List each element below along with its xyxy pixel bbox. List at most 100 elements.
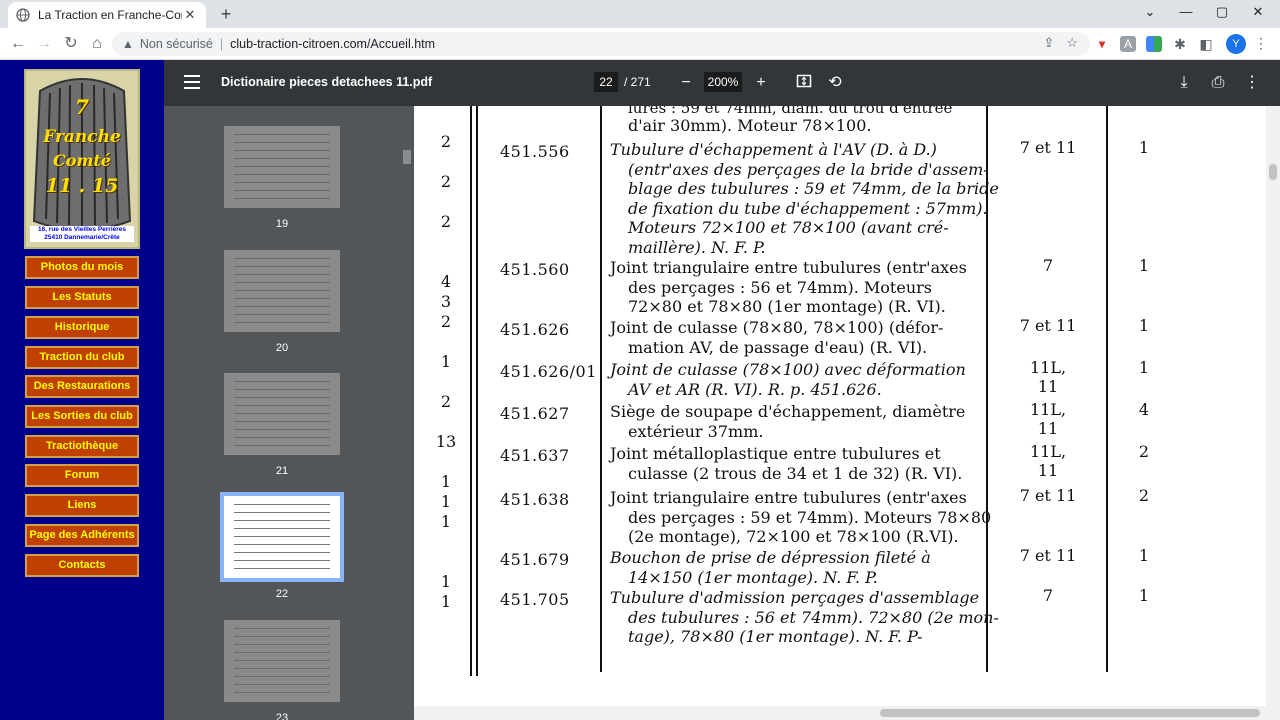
site-menu-item[interactable]: Forum [25,464,139,487]
thumbnail-text-line [234,660,330,661]
part-reference: 451.679 [500,550,570,569]
part-reference: 451.705 [500,590,570,609]
download-icon[interactable]: ⤓ [1174,73,1194,93]
bookmark-star-icon[interactable]: ☆ [1066,35,1078,51]
thumbnail-text-line [234,676,330,677]
zoom-out-icon[interactable]: − [676,73,696,93]
thumbnail-panel[interactable]: 19 20 21 22 23 [164,106,400,720]
page-thumbnail[interactable] [224,250,340,332]
part-description-line: Joint triangulaire entre tubulures (entr… [610,488,967,507]
site-menu-item[interactable]: Les Statuts [25,286,139,309]
thumbnail-text-line [234,692,330,693]
thumbnail-text-line [234,421,330,422]
extension-pdf-icon[interactable]: A [1120,36,1136,52]
row-quantity: 13 [435,432,457,451]
page-thumbnail[interactable] [224,126,340,208]
extension-shield-icon[interactable]: ▾ [1094,36,1110,52]
thumbnail-text-line [234,413,330,414]
tab-search-icon[interactable]: ⌄ [1140,4,1160,22]
part-count: 1 [1138,586,1150,605]
minimize-icon[interactable]: — [1176,4,1196,22]
extension-google-icon[interactable] [1146,36,1162,52]
part-description-line: blage des tubulures : 59 et 74mm, de la … [628,179,999,198]
thumbnail-page-label: 22 [275,588,289,600]
warning-icon[interactable]: ▲ [122,37,134,51]
address-bar[interactable]: ▲ Non sécurisé | club-traction-citroen.c… [112,32,1090,56]
document-vertical-scroll-thumb[interactable] [1269,164,1277,180]
more-options-icon[interactable]: ⋮ [1242,73,1262,93]
share-icon[interactable]: ⇪ [1043,35,1054,51]
part-description-line: (entr'axes des perçages de la bride d'as… [628,159,989,179]
vehicle-type: 7 [1042,256,1054,275]
row-quantity: 1 [440,592,452,611]
thumbnail-text-line [234,134,330,135]
zoom-in-icon[interactable]: + [751,73,771,93]
url-text[interactable]: club-traction-citroen.com/Accueil.htm [230,37,435,51]
site-menu-item[interactable]: Photos du mois [25,256,139,279]
reload-icon[interactable]: ↻ [61,34,81,54]
thumbnail-text-line [234,636,330,637]
hamburger-menu-icon[interactable] [184,75,200,89]
logo-line3: 11 . 15 [45,175,119,197]
thumbnail-text-line [234,668,330,669]
part-description-line: 14×150 (1er montage). N. F. P. [628,567,878,587]
zoom-level-input[interactable]: 200% [704,72,742,92]
security-label[interactable]: Non sécurisé [140,37,213,51]
part-description-line: (2e montage), 72×100 et 78×100 (R.VI). [628,527,959,546]
document-horizontal-scroll-thumb[interactable] [880,709,1260,717]
site-menu-item[interactable]: Historique [25,316,139,339]
close-window-icon[interactable]: ✕ [1248,4,1268,22]
thumbnail-text-line [234,544,330,545]
profile-avatar[interactable]: Y [1226,34,1246,54]
thumbnail-text-line [234,274,330,275]
thumbnail-text-line [234,174,330,175]
page-thumbnail[interactable] [224,620,340,702]
browser-menu-icon[interactable]: ⋮ [1254,35,1268,52]
maximize-icon[interactable]: ▢ [1212,4,1232,22]
thumbnail-scrollbar[interactable] [400,106,414,720]
forward-icon[interactable]: → [34,34,54,54]
vehicle-type: 7 et 11 [1019,546,1077,565]
site-menu-item[interactable]: Les Sorties du club [25,405,139,428]
print-icon[interactable]: ⎙ [1208,73,1228,93]
thumbnail-text-line [234,282,330,283]
row-quantity: 1 [440,492,452,511]
row-quantity: 2 [440,392,452,411]
fit-page-icon[interactable] [794,73,814,95]
table-rule-left-double [476,106,478,676]
thumbnail-text-line [234,166,330,167]
home-icon[interactable]: ⌂ [87,34,107,54]
page-number-input[interactable]: 22 [594,72,618,92]
part-description-line: maillère). N. F. P. [628,237,766,257]
extensions-puzzle-icon[interactable]: ✱ [1172,36,1188,52]
pdf-page-content: lures : 59 et 74mm, diam. du trou d'entr… [414,106,1266,706]
part-description-line: Tubulure d'échappement à l'AV (D. à D.) [610,140,937,159]
side-panel-icon[interactable]: ◧ [1198,36,1214,52]
document-vertical-scrollbar[interactable] [1266,106,1280,720]
thumbnail-page-label: 21 [275,465,289,477]
browser-tab[interactable]: La Traction en Franche-Comté ✕ [8,2,206,28]
site-menu-item[interactable]: Page des Adhérents [25,524,139,547]
rotate-icon[interactable]: ⟲ [825,73,845,93]
part-description-line: Joint triangulaire entre tubulures (entr… [610,258,967,277]
thumbnail-page-label: 20 [275,342,289,354]
site-menu-item[interactable]: Contacts [25,554,139,577]
club-logo[interactable]: 7 Franche Comté 11 . 15 16, rue des Viei… [24,69,140,249]
page-thumbnail[interactable] [220,492,344,582]
thumbnail-page-label: 19 [275,218,289,230]
site-menu-item[interactable]: Liens [25,494,139,517]
site-menu-item[interactable]: Tractiothèque [25,435,139,458]
page-thumbnail[interactable] [224,373,340,455]
back-icon[interactable]: ← [8,34,28,54]
thumbnail-text-line [234,520,330,521]
site-menu-item[interactable]: Traction du club [25,346,139,369]
part-reference: 451.626 [500,320,570,339]
site-menu-item[interactable]: Des Restaurations [25,375,139,398]
new-tab-icon[interactable]: + [216,4,236,24]
row-quantity: 3 [440,292,452,311]
document-horizontal-scrollbar[interactable] [414,706,1266,720]
thumbnail-scroll-thumb[interactable] [403,150,411,164]
part-reference: 451.626/01 [500,362,597,381]
close-tab-icon[interactable]: ✕ [182,7,198,23]
table-rule-ref [600,106,602,672]
